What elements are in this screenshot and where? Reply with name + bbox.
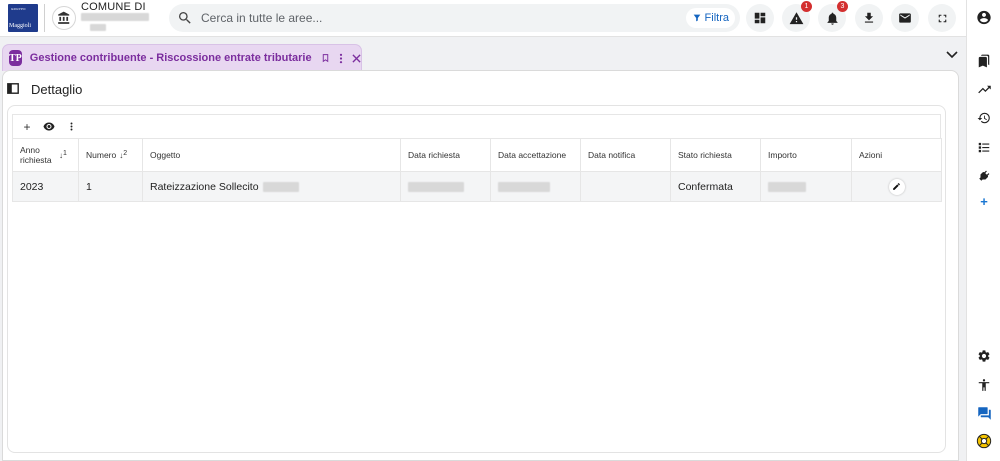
dashboard-button[interactable] <box>746 4 774 32</box>
account-icon[interactable] <box>976 9 992 25</box>
more-vert-icon[interactable] <box>339 52 343 64</box>
content-panel: Dettaglio + Anno richiesta ↓1 Numero ↓2 … <box>2 70 959 461</box>
bookmarks-icon[interactable] <box>976 53 992 69</box>
rateizzazioni-table: Anno richiesta ↓1 Numero ↓2 Oggetto Data … <box>12 138 942 202</box>
grid-toolbar: + <box>12 114 941 138</box>
col-numero-label: Numero <box>86 150 117 160</box>
accessibility-icon[interactable] <box>976 377 992 393</box>
dashboard-icon <box>754 12 766 24</box>
cell-oggetto-text: Rateizzazione Sollecito <box>150 180 259 193</box>
checklist-icon[interactable] <box>976 139 992 155</box>
settings-icon[interactable] <box>976 348 992 364</box>
tab-gestione-contribuente[interactable]: TP Gestione contribuente - Riscossione e… <box>2 44 362 71</box>
col-azioni: Azioni <box>851 138 942 172</box>
col-data-accettazione[interactable]: Data accettazione <box>490 138 581 172</box>
support-icon[interactable] <box>976 433 992 449</box>
comune-title: COMUNE DI <box>81 1 146 13</box>
col-oggetto[interactable]: Oggetto <box>142 138 401 172</box>
search-input[interactable] <box>201 9 641 27</box>
sort-order: 2 <box>123 150 128 157</box>
mail-button[interactable] <box>891 4 919 32</box>
add-icon[interactable]: + <box>976 193 992 209</box>
table-row[interactable]: 2023 1 Rateizzazione Sollecito Confermat… <box>12 171 942 202</box>
filter-button[interactable]: Filtra <box>685 8 735 28</box>
side-panel-toggle-icon[interactable] <box>7 83 19 97</box>
history-icon[interactable] <box>976 110 992 126</box>
importo-redacted <box>768 181 806 192</box>
alerts-button[interactable]: 1 <box>782 1 812 32</box>
divider <box>44 4 45 32</box>
sort-arrow-down-icon[interactable]: ↓1 <box>59 150 67 160</box>
tab-label: Gestione contribuente - Riscossione entr… <box>29 52 312 64</box>
data-accettazione-redacted <box>498 181 550 192</box>
cell-oggetto: Rateizzazione Sollecito <box>142 171 401 202</box>
chevron-down-icon[interactable] <box>946 48 958 62</box>
comune-bank-icon[interactable] <box>52 6 76 30</box>
search-icon <box>177 10 193 29</box>
cell-data-richiesta <box>400 171 491 202</box>
fullscreen-icon <box>938 14 946 22</box>
col-numero[interactable]: Numero ↓2 <box>78 138 143 172</box>
pencil-icon <box>893 183 900 190</box>
comune-name-redacted-2 <box>90 24 106 31</box>
tributi-app-icon: TP <box>9 50 22 66</box>
cell-importo <box>760 171 852 202</box>
cell-anno: 2023 <box>12 171 79 202</box>
notifications-badge: 3 <box>837 1 848 12</box>
warning-icon <box>789 11 803 24</box>
notifications-button[interactable]: 3 <box>818 1 848 32</box>
table-header-row: Anno richiesta ↓1 Numero ↓2 Oggetto Data … <box>12 138 942 172</box>
alerts-badge: 1 <box>801 1 812 12</box>
col-importo[interactable]: Importo <box>760 138 852 172</box>
cell-data-notifica <box>580 171 671 202</box>
cell-azioni <box>851 171 942 202</box>
download-button[interactable] <box>855 4 883 32</box>
logo-name: Maggioli <box>9 23 31 29</box>
logo-group-text: GRUPPO <box>11 7 26 11</box>
edit-button[interactable] <box>888 178 905 195</box>
maggioli-logo[interactable]: GRUPPO Maggioli <box>8 4 38 32</box>
cell-data-accettazione <box>490 171 581 202</box>
detail-card: + Anno richiesta ↓1 Numero ↓2 Oggetto Da… <box>7 105 946 453</box>
top-bar: GRUPPO Maggioli COMUNE DI Filtra 1 3 <box>0 0 966 37</box>
page-title: Dettaglio <box>31 82 83 97</box>
download-icon <box>864 12 874 23</box>
col-stato-richiesta[interactable]: Stato richiesta <box>670 138 761 172</box>
tab-bar: TP Gestione contribuente - Riscossione e… <box>0 37 966 71</box>
sort-arrow-down-icon[interactable]: ↓2 <box>119 150 128 160</box>
plugin-icon[interactable] <box>976 168 992 184</box>
col-data-richiesta[interactable]: Data richiesta <box>400 138 491 172</box>
filter-label: Filtra <box>704 12 729 24</box>
eye-icon[interactable] <box>43 121 55 133</box>
comune-name-redacted <box>81 13 149 21</box>
chat-icon[interactable] <box>976 405 992 421</box>
global-search: Filtra <box>169 4 740 32</box>
col-data-notifica[interactable]: Data notifica <box>580 138 671 172</box>
mail-icon <box>899 13 911 23</box>
cell-numero: 1 <box>78 171 143 202</box>
right-rail: + <box>966 0 1000 461</box>
fullscreen-button[interactable] <box>928 4 956 32</box>
col-anno-richiesta[interactable]: Anno richiesta ↓1 <box>12 138 79 172</box>
sort-order: 1 <box>63 150 67 157</box>
oggetto-redacted <box>263 181 300 192</box>
more-vert-icon[interactable] <box>65 121 77 133</box>
cell-stato: Confermata <box>670 171 761 202</box>
col-anno-label: Anno richiesta <box>20 145 52 165</box>
data-richiesta-redacted <box>408 181 464 192</box>
bell-icon <box>827 12 837 25</box>
filter-icon <box>693 14 700 22</box>
trending-up-icon[interactable] <box>976 81 992 97</box>
add-icon[interactable]: + <box>21 120 33 134</box>
bookmark-icon[interactable] <box>321 52 330 64</box>
close-icon[interactable] <box>352 52 361 64</box>
